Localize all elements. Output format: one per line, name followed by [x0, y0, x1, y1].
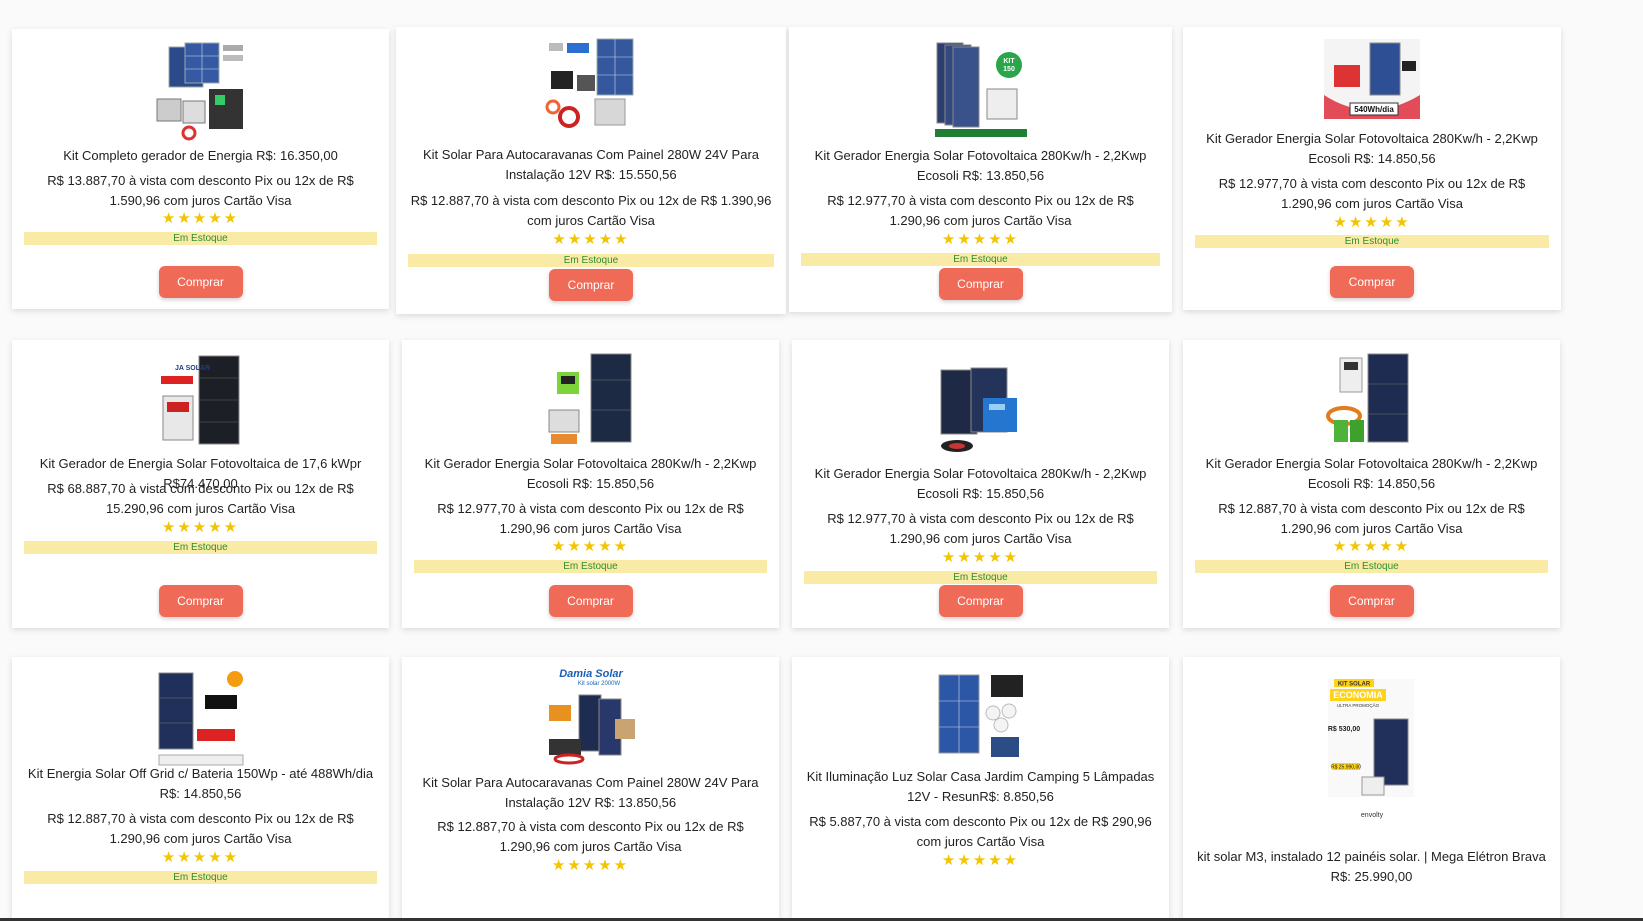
svg-text:ULTRA PROMOÇÃO: ULTRA PROMOÇÃO	[1336, 702, 1379, 708]
product-card[interactable]: Kit Gerador Energia Solar Fotovoltaica 2…	[1183, 340, 1560, 628]
stock-status: Em Estoque	[24, 232, 377, 245]
product-card[interactable]: Damia Solar Kit solar 2000W Kit Solar Pa…	[402, 657, 779, 921]
stock-status: Em Estoque	[1195, 235, 1549, 248]
svg-text:KIT: KIT	[1003, 58, 1015, 65]
product-price: R$ 12.977,70 à vista com desconto Pix ou…	[827, 193, 1134, 228]
product-title[interactable]: Kit Solar Para Autocaravanas Com Painel …	[416, 773, 765, 813]
product-title[interactable]: Kit Gerador Energia Solar Fotovoltaica 2…	[1197, 454, 1546, 494]
product-card[interactable]: Kit Completo gerador de Energia R$: 16.3…	[12, 29, 389, 309]
product-card[interactable]: KIT SOLAR ECONOMIA ULTRA PROMOÇÃO R$ 530…	[1183, 657, 1560, 921]
buy-button[interactable]: Comprar	[548, 585, 633, 617]
product-title[interactable]: Kit Iluminação Luz Solar Casa Jardim Cam…	[806, 767, 1155, 807]
product-title[interactable]: kit solar M3, instalado 12 painéis solar…	[1197, 847, 1546, 887]
product-title[interactable]: Kit Gerador Energia Solar Fotovoltaica 2…	[1197, 129, 1547, 169]
product-card[interactable]: Kit Energia Solar Off Grid c/ Bateria 15…	[12, 657, 389, 921]
product-image[interactable]	[149, 667, 253, 771]
buy-button[interactable]: Comprar	[1329, 585, 1414, 617]
stock-status: Em Estoque	[801, 253, 1160, 266]
rating-stars: ★★★★★	[161, 519, 240, 536]
product-image[interactable]	[149, 39, 253, 143]
product-price: R$ 68.887,70 à vista com desconto Pix ou…	[47, 481, 354, 516]
svg-text:Damia Solar: Damia Solar	[559, 668, 623, 680]
product-price: R$ 12.977,70 à vista com desconto Pix ou…	[1218, 176, 1526, 211]
product-price: R$ 5.887,70 à vista com desconto Pix ou …	[809, 814, 1152, 849]
product-image[interactable]	[1320, 350, 1424, 454]
product-card[interactable]: Kit Gerador Energia Solar Fotovoltaica 2…	[792, 340, 1169, 628]
rating-stars: ★★★★★	[941, 852, 1020, 869]
buy-button[interactable]: Comprar	[1330, 266, 1414, 298]
svg-text:540Wh/dia: 540Wh/dia	[1354, 105, 1394, 114]
product-price: R$ 12.977,70 à vista com desconto Pix ou…	[827, 511, 1134, 546]
svg-text:KIT SOLAR: KIT SOLAR	[1337, 682, 1370, 688]
rating-stars: ★★★★★	[941, 549, 1020, 566]
product-title[interactable]: Kit Gerador Energia Solar Fotovoltaica 2…	[803, 146, 1158, 186]
product-title[interactable]: Kit Energia Solar Off Grid c/ Bateria 15…	[26, 764, 375, 804]
product-image[interactable]	[929, 360, 1033, 464]
rating-stars: ★★★★★	[941, 231, 1020, 248]
product-price: R$ 12.887,70 à vista com desconto Pix ou…	[1218, 501, 1525, 536]
svg-text:envolty: envolty	[1360, 812, 1383, 819]
product-card[interactable]: Kit Gerador Energia Solar Fotovoltaica 2…	[402, 340, 779, 628]
buy-button[interactable]: Comprar	[158, 585, 243, 617]
product-image[interactable]: Damia Solar Kit solar 2000W	[539, 665, 643, 769]
svg-text:JA SOLAR: JA SOLAR	[175, 365, 210, 372]
rating-stars: ★★★★★	[1333, 214, 1411, 231]
buy-button[interactable]: Comprar	[938, 585, 1023, 617]
product-price: R$ 12.887,70 à vista com desconto Pix ou…	[47, 811, 354, 846]
rating-stars: ★★★★★	[161, 210, 240, 227]
buy-button[interactable]: Comprar	[938, 268, 1023, 300]
rating-stars: ★★★★★	[552, 231, 630, 248]
product-title[interactable]: Kit Gerador Energia Solar Fotovoltaica 2…	[416, 454, 765, 494]
stock-status: Em Estoque	[414, 560, 767, 573]
product-image[interactable]	[929, 667, 1033, 771]
product-title[interactable]: Kit Completo gerador de Energia R$: 16.3…	[26, 146, 375, 166]
svg-text:Kit solar 2000W: Kit solar 2000W	[577, 681, 620, 687]
product-image[interactable]: KIT SOLAR ECONOMIA ULTRA PROMOÇÃO R$ 530…	[1320, 673, 1424, 823]
product-image[interactable]: KIT 150	[929, 37, 1033, 141]
product-card[interactable]: 540Wh/dia Kit Gerador Energia Solar Foto…	[1183, 27, 1561, 310]
buy-button[interactable]: Comprar	[158, 266, 243, 298]
rating-stars: ★★★★★	[551, 538, 630, 555]
product-card[interactable]: JA SOLAR Kit Gerador de Energia Solar Fo…	[12, 340, 389, 628]
stock-status: Em Estoque	[804, 571, 1157, 584]
rating-stars: ★★★★★	[1332, 538, 1411, 555]
product-image[interactable]	[539, 35, 643, 139]
svg-text:ECONOMIA: ECONOMIA	[1333, 690, 1383, 700]
rating-stars: ★★★★★	[551, 857, 630, 874]
svg-text:R$ 25.990,00: R$ 25.990,00	[1330, 765, 1360, 771]
product-title[interactable]: Kit Gerador Energia Solar Fotovoltaica 2…	[806, 464, 1155, 504]
product-card[interactable]: Kit Iluminação Luz Solar Casa Jardim Cam…	[792, 657, 1169, 921]
product-grid: Kit Completo gerador de Energia R$: 16.3…	[0, 0, 1643, 921]
product-price: R$ 12.887,70 à vista com desconto Pix ou…	[437, 819, 744, 854]
svg-text:R$ 530,00: R$ 530,00	[1327, 726, 1359, 733]
product-price: R$ 13.887,70 à vista com desconto Pix ou…	[47, 173, 354, 208]
buy-button[interactable]: Comprar	[549, 269, 633, 301]
stock-status: Em Estoque	[408, 254, 774, 267]
stock-status: Em Estoque	[24, 871, 377, 884]
product-card[interactable]: KIT 150 Kit Gerador Energia Solar Fotovo…	[789, 27, 1172, 312]
product-image[interactable]	[539, 350, 643, 454]
product-card[interactable]: Kit Solar Para Autocaravanas Com Painel …	[396, 27, 786, 314]
product-price: R$ 12.977,70 à vista com desconto Pix ou…	[437, 501, 744, 536]
product-price: R$ 12.887,70 à vista com desconto Pix ou…	[410, 193, 772, 228]
product-image[interactable]: JA SOLAR	[149, 352, 253, 456]
product-title[interactable]: Kit Solar Para Autocaravanas Com Painel …	[410, 145, 772, 185]
svg-text:150: 150	[1003, 66, 1015, 73]
product-image[interactable]: 540Wh/dia	[1320, 35, 1424, 139]
stock-status: Em Estoque	[1195, 560, 1548, 573]
rating-stars: ★★★★★	[161, 849, 240, 866]
stock-status: Em Estoque	[24, 541, 377, 554]
